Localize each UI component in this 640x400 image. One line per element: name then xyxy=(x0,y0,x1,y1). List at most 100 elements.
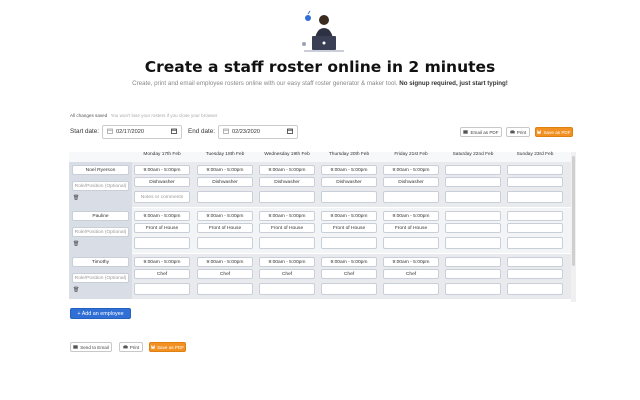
shift-notes-input[interactable] xyxy=(197,237,253,249)
shift-notes-input[interactable] xyxy=(383,191,439,203)
shift-time-input[interactable] xyxy=(507,165,563,175)
shift-time-input[interactable]: 9:00am - 5:00pm xyxy=(134,257,190,267)
day-header: Thursday 20th Feb xyxy=(328,152,370,157)
shift-notes-input[interactable] xyxy=(507,283,563,295)
shift-time-input[interactable]: 9:00am - 5:00pm xyxy=(259,211,315,221)
shift-notes-input[interactable]: Notes or comments xyxy=(134,191,190,203)
printer-icon xyxy=(510,129,515,135)
shift-role-input[interactable]: Chef xyxy=(134,269,190,279)
shift-role-input[interactable] xyxy=(445,223,501,233)
shift-notes-input[interactable] xyxy=(134,237,190,249)
calendar-picker-icon[interactable] xyxy=(171,128,177,136)
shift-role-input[interactable] xyxy=(507,177,563,187)
employee-role-input[interactable]: Role/Position (Optional) xyxy=(72,181,129,191)
shift-notes-input[interactable] xyxy=(321,283,377,295)
shift-role-input[interactable]: Dishwasher xyxy=(134,177,190,187)
shift-time-input[interactable] xyxy=(507,211,563,221)
shift-notes-input[interactable] xyxy=(321,237,377,249)
shift-time-input[interactable]: 9:00am - 5:00pm xyxy=(197,165,253,175)
subtitle-emphasis: No signup required, just start typing! xyxy=(399,80,508,87)
shift-time-input[interactable]: 9:00am - 5:00pm xyxy=(383,211,439,221)
print-button[interactable]: Print xyxy=(506,127,530,137)
shift-time-input[interactable]: 9:00am - 5:00pm xyxy=(197,211,253,221)
shift-time-input[interactable]: 9:00am - 5:00pm xyxy=(134,211,190,221)
shift-role-input[interactable]: Chef xyxy=(197,269,253,279)
shift-role-input[interactable]: Chef xyxy=(321,269,377,279)
shift-role-input[interactable]: Dishwasher xyxy=(197,177,253,187)
shift-role-input[interactable]: Front of House xyxy=(383,223,439,233)
employee-name-input[interactable]: Pauline xyxy=(72,211,129,221)
shift-notes-input[interactable] xyxy=(445,237,501,249)
shift-notes-input[interactable] xyxy=(445,191,501,203)
employee-name-input[interactable]: Timothy xyxy=(72,257,129,267)
email-pdf-label: Email as PDF xyxy=(470,129,499,135)
shift-notes-input[interactable] xyxy=(259,283,315,295)
shift-role-input[interactable]: Dishwasher xyxy=(259,177,315,187)
shift-time-input[interactable]: 9:00am - 5:00pm xyxy=(134,165,190,175)
shift-role-input[interactable]: Front of House xyxy=(259,223,315,233)
trash-icon[interactable]: 🗑 xyxy=(73,195,79,201)
save-status-text: All changes saved xyxy=(70,113,108,118)
shift-role-input[interactable]: Chef xyxy=(259,269,315,279)
shift-role-input[interactable]: Chef xyxy=(383,269,439,279)
shift-time-input[interactable]: 9:00am - 5:00pm xyxy=(259,165,315,175)
shift-role-input[interactable] xyxy=(445,269,501,279)
shift-time-input[interactable]: 9:00am - 5:00pm xyxy=(321,211,377,221)
page-title: Create a staff roster online in 2 minute… xyxy=(144,58,496,76)
bottom-print-button[interactable]: Print xyxy=(119,342,143,352)
save-pdf-button[interactable]: Save as PDF xyxy=(535,127,573,137)
person-at-laptop-illustration xyxy=(302,10,344,52)
shift-time-input[interactable]: 9:00am - 5:00pm xyxy=(383,165,439,175)
shift-role-input[interactable]: Front of House xyxy=(321,223,377,233)
shift-notes-input[interactable] xyxy=(383,283,439,295)
shift-notes-input[interactable] xyxy=(445,283,501,295)
shift-notes-input[interactable] xyxy=(383,237,439,249)
shift-time-input[interactable] xyxy=(445,257,501,267)
start-date-input[interactable]: 02/17/2020 xyxy=(102,125,182,139)
calendar-icon xyxy=(107,128,113,136)
add-employee-button[interactable]: + Add an employee xyxy=(70,308,131,319)
save-pdf-label: Save as PDF xyxy=(543,129,571,135)
grid-vertical-scrollbar[interactable] xyxy=(571,152,576,302)
shift-notes-input[interactable] xyxy=(197,283,253,295)
save-icon xyxy=(151,344,155,350)
bottom-save-pdf-button[interactable]: Save as PDF xyxy=(149,342,186,352)
trash-icon[interactable]: 🗑 xyxy=(73,241,79,247)
trash-icon[interactable]: 🗑 xyxy=(73,287,79,293)
employee-name-input[interactable]: Noel Ryerson xyxy=(72,165,129,175)
end-date-input[interactable]: 02/23/2020 xyxy=(218,125,298,139)
shift-role-input[interactable]: Front of House xyxy=(197,223,253,233)
shift-role-input[interactable]: Dishwasher xyxy=(321,177,377,187)
shift-notes-input[interactable] xyxy=(507,237,563,249)
shift-time-input[interactable]: 9:00am - 5:00pm xyxy=(383,257,439,267)
shift-role-input[interactable] xyxy=(445,177,501,187)
bottom-save-pdf-label: Save as PDF xyxy=(156,344,185,350)
shift-notes-input[interactable] xyxy=(259,191,315,203)
shift-role-input[interactable] xyxy=(507,269,563,279)
end-date-value: 02/23/2020 xyxy=(232,129,260,135)
shift-time-input[interactable]: 9:00am - 5:00pm xyxy=(197,257,253,267)
shift-role-input[interactable]: Front of House xyxy=(134,223,190,233)
email-pdf-button[interactable]: Email as PDF xyxy=(460,127,502,137)
start-date-label: Start date: xyxy=(70,128,100,135)
shift-notes-input[interactable] xyxy=(197,191,253,203)
shift-time-input[interactable] xyxy=(507,257,563,267)
shift-time-input[interactable]: 9:00am - 5:00pm xyxy=(259,257,315,267)
send-email-button[interactable]: Send to Email xyxy=(70,342,112,352)
shift-time-input[interactable] xyxy=(445,165,501,175)
shift-role-input[interactable]: Dishwasher xyxy=(383,177,439,187)
shift-notes-input[interactable] xyxy=(507,191,563,203)
shift-time-input[interactable]: 9:00am - 5:00pm xyxy=(321,165,377,175)
day-header: Monday 17th Feb xyxy=(143,152,181,157)
shift-notes-input[interactable] xyxy=(134,283,190,295)
shift-time-input[interactable]: 9:00am - 5:00pm xyxy=(321,257,377,267)
employee-role-input[interactable]: Role/Position (Optional) xyxy=(72,273,129,283)
calendar-picker-icon[interactable] xyxy=(287,128,293,136)
scrollbar-thumb[interactable] xyxy=(572,156,575,266)
day-header: Friday 21st Feb xyxy=(394,152,428,157)
employee-role-input[interactable]: Role/Position (Optional) xyxy=(72,227,129,237)
shift-notes-input[interactable] xyxy=(321,191,377,203)
shift-time-input[interactable] xyxy=(445,211,501,221)
shift-role-input[interactable] xyxy=(507,223,563,233)
shift-notes-input[interactable] xyxy=(259,237,315,249)
